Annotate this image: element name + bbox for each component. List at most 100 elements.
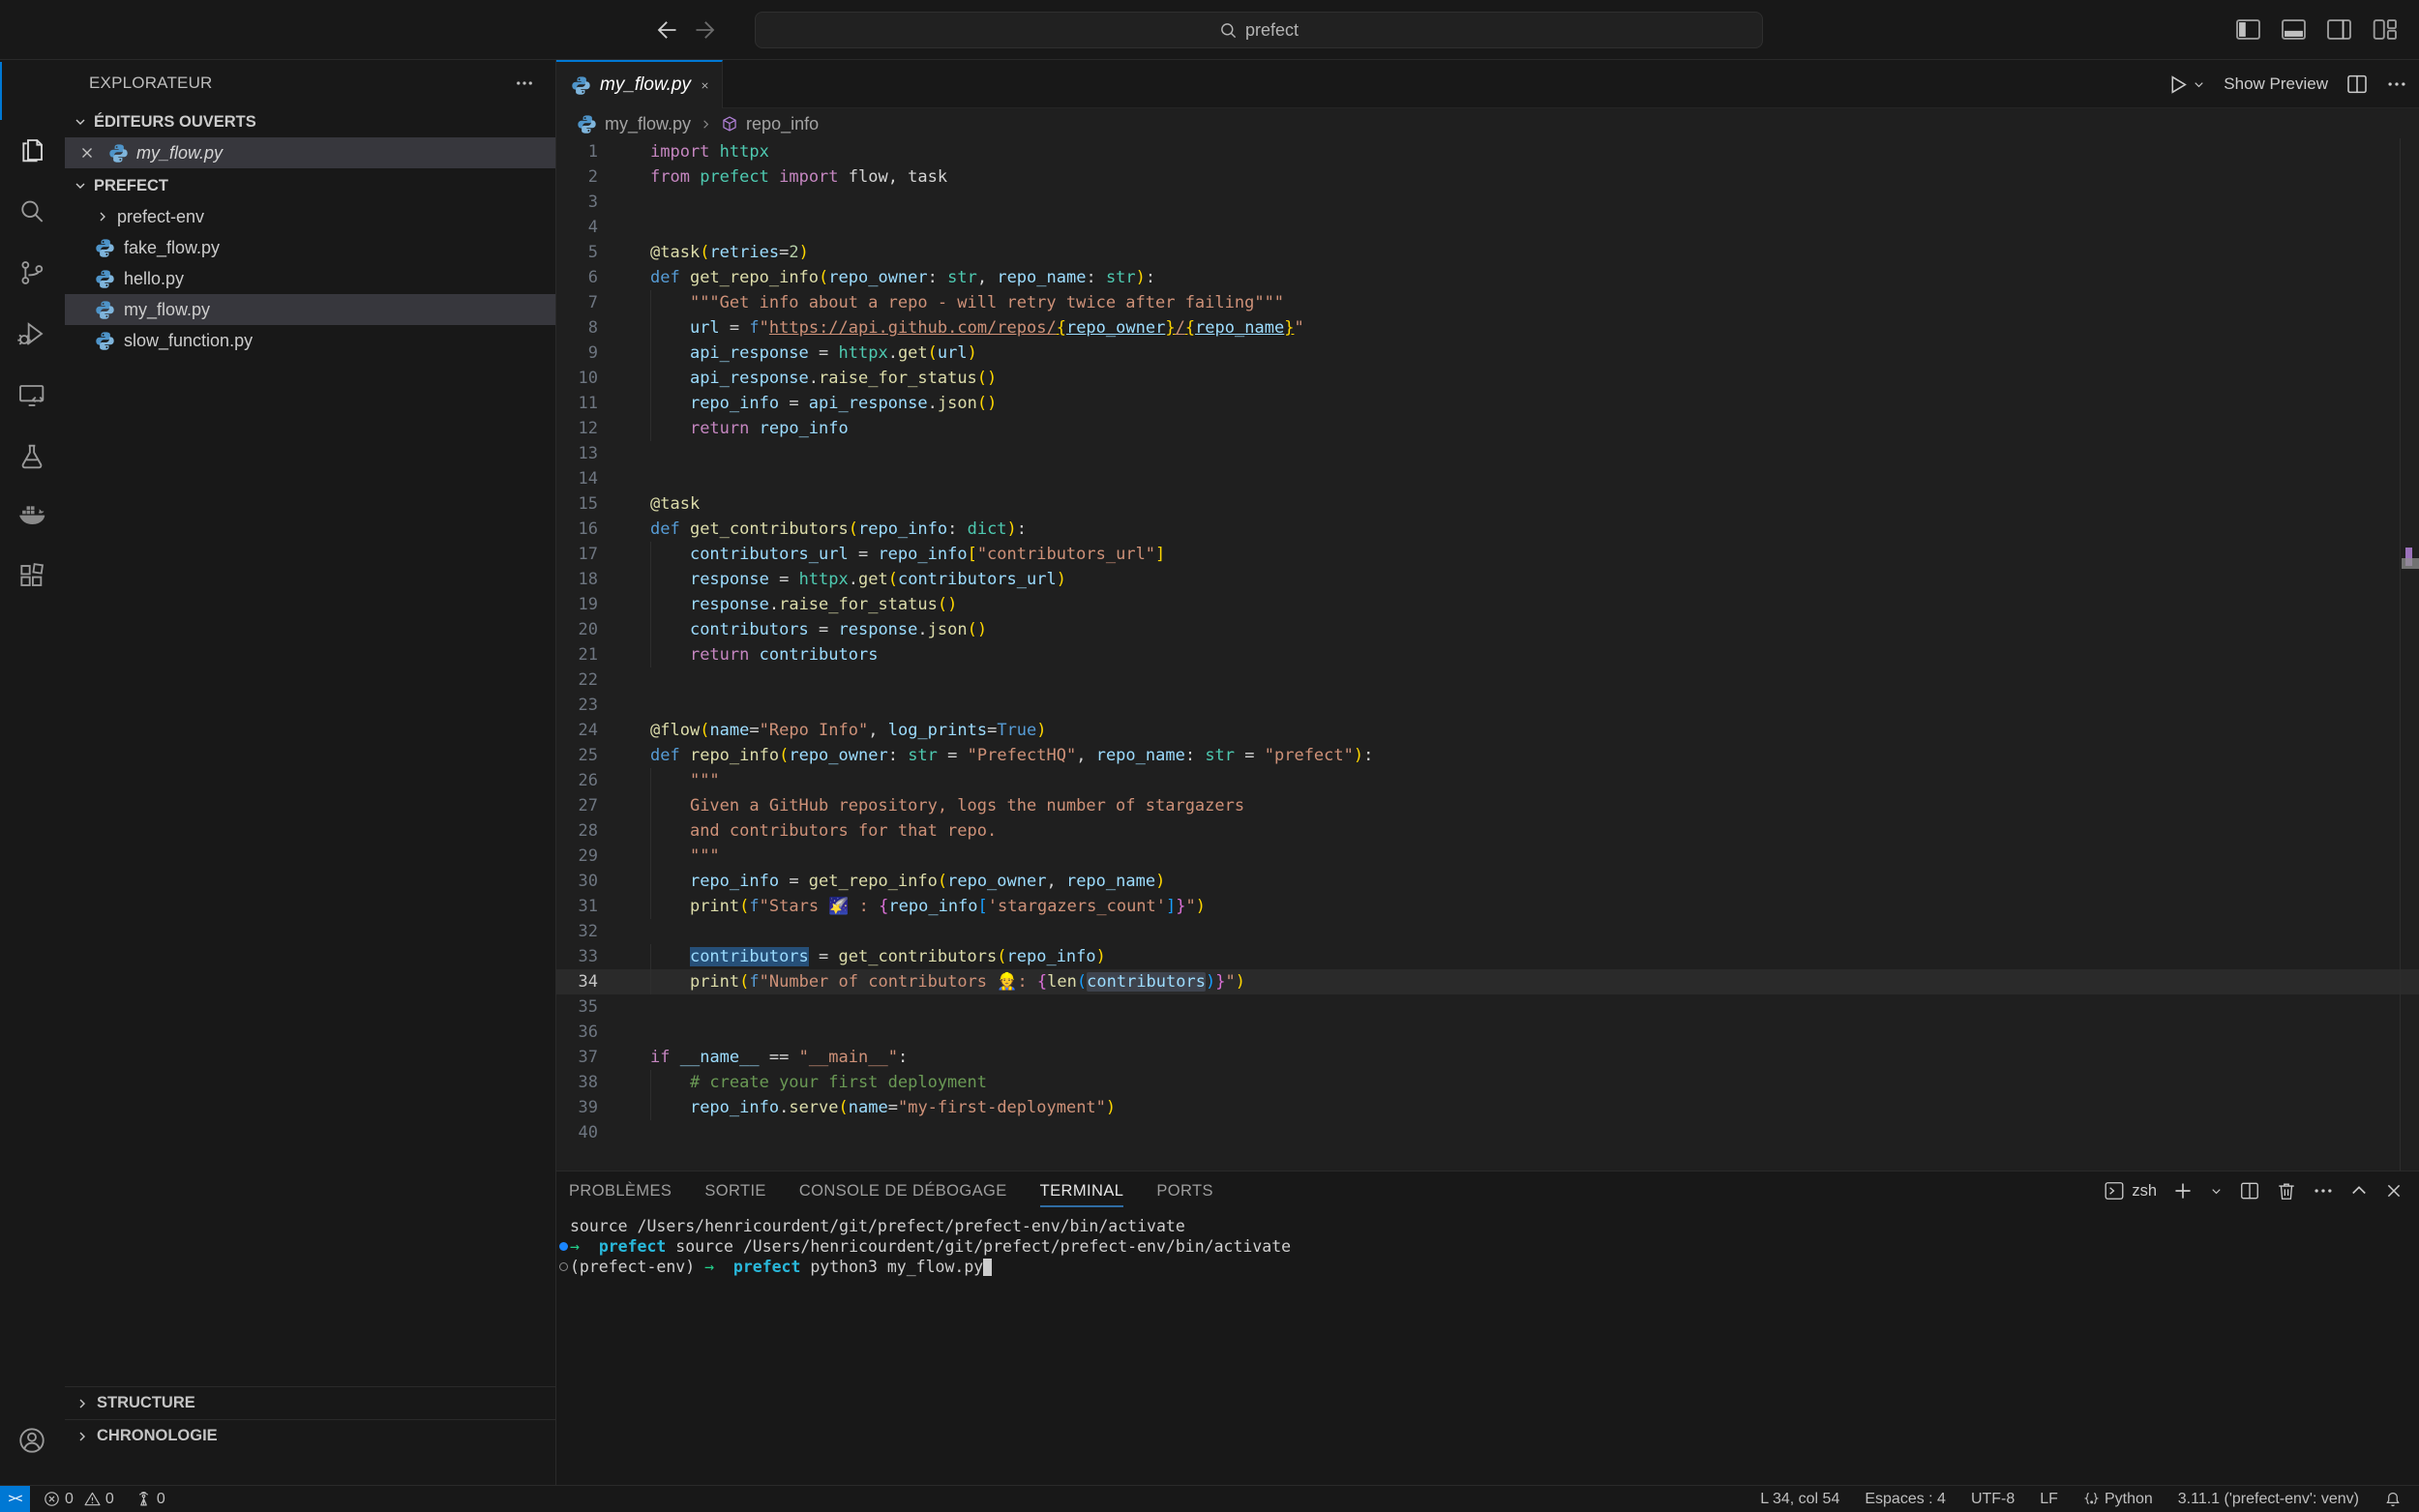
- new-terminal-icon[interactable]: [2172, 1180, 2194, 1201]
- code-line-7: 7 """Get info about a repo - will retry …: [556, 290, 2419, 315]
- code-line-21: 21 return contributors: [556, 642, 2419, 667]
- structure-section[interactable]: STRUCTURE: [65, 1386, 555, 1419]
- tab-my-flow[interactable]: my_flow.py: [556, 60, 723, 108]
- code-line-37: 37if __name__ == "__main__":: [556, 1045, 2419, 1070]
- account-icon[interactable]: [16, 1425, 47, 1456]
- status-notifications[interactable]: [2384, 1491, 2402, 1508]
- status-eol[interactable]: LF: [2040, 1491, 2058, 1508]
- tree-file-slow-function-py[interactable]: slow_function.py: [65, 325, 555, 356]
- code-line-38: 38 # create your first deployment: [556, 1070, 2419, 1095]
- status-indentation[interactable]: Espaces : 4: [1865, 1491, 1946, 1508]
- chevron-right-icon: [95, 209, 110, 224]
- breadcrumb-symbol[interactable]: repo_info: [746, 114, 819, 134]
- panel-tab-ports[interactable]: PORTS: [1156, 1171, 1213, 1210]
- close-panel-icon[interactable]: [2384, 1181, 2404, 1201]
- tree-file-hello-py[interactable]: hello.py: [65, 263, 555, 294]
- code-editor[interactable]: 1import httpx2from prefect import flow, …: [556, 139, 2419, 1171]
- run-python-file-icon[interactable]: [2165, 73, 2190, 97]
- navigate-forward-icon[interactable]: [693, 16, 720, 44]
- status-bar-right: L 34, col 54 Espaces : 4 UTF-8 LF Python 3.11…: [1760, 1491, 2419, 1508]
- kill-terminal-trash-icon[interactable]: [2276, 1180, 2297, 1201]
- project-section[interactable]: PREFECT: [65, 170, 555, 201]
- tab-close-icon[interactable]: [700, 77, 710, 94]
- toggle-panel-icon[interactable]: [2281, 16, 2307, 43]
- extensions-icon[interactable]: [16, 560, 47, 591]
- code-line-19: 19 response.raise_for_status(): [556, 592, 2419, 617]
- command-center-search[interactable]: prefect: [755, 12, 1763, 48]
- code-line-36: 36: [556, 1020, 2419, 1045]
- code-line-9: 9 api_response = httpx.get(url): [556, 341, 2419, 366]
- title-bar: prefect: [0, 0, 2419, 60]
- explorer-icon[interactable]: [16, 134, 47, 165]
- tab-label: my_flow.py: [600, 74, 691, 96]
- status-eol-label: LF: [2040, 1491, 2058, 1508]
- code-line-1: 1import httpx: [556, 139, 2419, 164]
- toggle-secondary-sidebar-icon[interactable]: [2326, 16, 2352, 43]
- command-decoration-icon[interactable]: [559, 1242, 568, 1251]
- terminal-profile-label: zsh: [2132, 1182, 2157, 1201]
- problems-status[interactable]: 0 0: [44, 1491, 114, 1508]
- explorer-more-actions-icon[interactable]: [515, 74, 534, 93]
- panel-tab-probl-mes[interactable]: PROBLÈMES: [569, 1171, 672, 1210]
- run-and-debug-icon[interactable]: [16, 318, 47, 349]
- code-line-25: 25def repo_info(repo_owner: str = "Prefe…: [556, 743, 2419, 768]
- breadcrumb-file[interactable]: my_flow.py: [605, 114, 691, 134]
- scrollbar-thumb[interactable]: [2402, 558, 2419, 569]
- customize-layout-icon[interactable]: [2372, 16, 2398, 43]
- docker-icon[interactable]: [16, 499, 47, 530]
- editor-more-actions-icon[interactable]: [2386, 74, 2407, 95]
- code-line-24: 24@flow(name="Repo Info", log_prints=Tru…: [556, 718, 2419, 743]
- terminal-output[interactable]: source /Users/henricourdent/git/prefect/…: [556, 1216, 2419, 1485]
- python-file-icon: [95, 238, 115, 258]
- terminal-dropdown-chevron-icon[interactable]: [2209, 1184, 2224, 1199]
- code-line-39: 39 repo_info.serve(name="my-first-deploy…: [556, 1095, 2419, 1120]
- open-editor-name: my_flow.py: [136, 143, 223, 163]
- close-editor-icon[interactable]: [78, 144, 96, 162]
- remote-indicator[interactable]: ><: [0, 1486, 30, 1512]
- tree-folder-prefect-env[interactable]: prefect-env: [65, 201, 555, 232]
- code-line-13: 13: [556, 441, 2419, 466]
- run-dropdown-chevron-icon[interactable]: [2192, 77, 2206, 92]
- timeline-label: CHRONOLOGIE: [97, 1427, 218, 1445]
- status-python-interpreter[interactable]: 3.11.1 ('prefect-env': venv): [2178, 1491, 2359, 1508]
- split-editor-icon[interactable]: [2345, 73, 2369, 96]
- command-decoration-icon[interactable]: [559, 1262, 568, 1271]
- vscode-window: prefect: [0, 0, 2419, 1512]
- split-terminal-icon[interactable]: [2239, 1180, 2260, 1201]
- testing-icon[interactable]: [16, 441, 47, 472]
- error-count: 0: [65, 1491, 74, 1508]
- tree-file-my-flow-py[interactable]: my_flow.py: [65, 294, 555, 325]
- breadcrumb-separator-icon: [699, 117, 713, 132]
- timeline-section[interactable]: CHRONOLOGIE: [65, 1419, 555, 1452]
- navigate-back-icon[interactable]: [652, 16, 679, 44]
- open-editor-item[interactable]: my_flow.py: [65, 137, 555, 168]
- status-encoding[interactable]: UTF-8: [1971, 1491, 2015, 1508]
- braces-icon: [2083, 1491, 2100, 1507]
- terminal-profile[interactable]: zsh: [2104, 1180, 2157, 1201]
- open-editors-section[interactable]: ÉDITEURS OUVERTS: [65, 106, 555, 137]
- search-query: prefect: [1245, 20, 1299, 41]
- tree-file-fake-flow-py[interactable]: fake_flow.py: [65, 232, 555, 263]
- panel-more-actions-icon[interactable]: [2313, 1180, 2334, 1201]
- show-preview-button[interactable]: Show Preview: [2224, 74, 2328, 94]
- editor-tab-bar: my_flow.py Show Preview: [556, 60, 2419, 108]
- search-icon: [1219, 21, 1238, 40]
- toggle-primary-sidebar-icon[interactable]: [2235, 16, 2261, 43]
- source-control-icon[interactable]: [16, 257, 47, 288]
- panel-tab-sortie[interactable]: SORTIE: [704, 1171, 766, 1210]
- maximize-panel-icon[interactable]: [2349, 1181, 2369, 1201]
- panel-tab-terminal[interactable]: TERMINAL: [1040, 1171, 1124, 1210]
- error-icon: [44, 1491, 60, 1507]
- status-language-selector[interactable]: Python: [2083, 1491, 2153, 1508]
- ports-status[interactable]: 0: [135, 1491, 165, 1508]
- code-line-12: 12 return repo_info: [556, 416, 2419, 441]
- code-line-8: 8 url = f"https://api.github.com/repos/{…: [556, 315, 2419, 341]
- remote-explorer-icon[interactable]: [16, 380, 47, 411]
- status-indentation-label: Espaces : 4: [1865, 1491, 1946, 1508]
- search-view-icon[interactable]: [16, 196, 47, 227]
- python-file-icon: [577, 114, 597, 134]
- status-cursor-position[interactable]: L 34, col 54: [1760, 1491, 1839, 1508]
- panel-tab-console-de-d-bogage[interactable]: CONSOLE DE DÉBOGAGE: [799, 1171, 1007, 1210]
- open-editors-label: ÉDITEURS OUVERTS: [94, 113, 256, 132]
- file-tree: prefect-envfake_flow.pyhello.pymy_flow.p…: [65, 201, 555, 356]
